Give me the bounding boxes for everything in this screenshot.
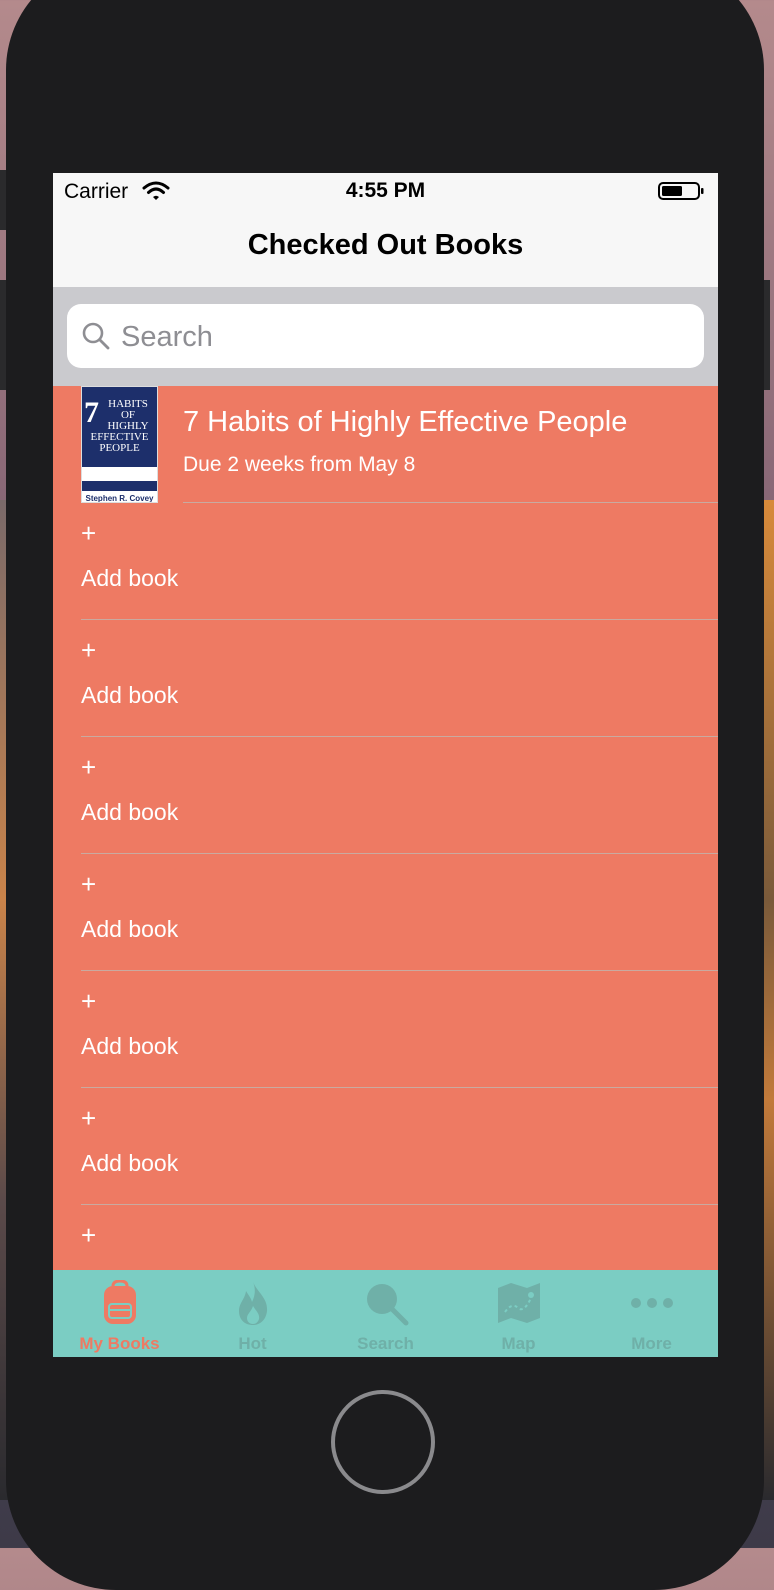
- tab-my-books[interactable]: My Books: [53, 1270, 186, 1357]
- book-row[interactable]: 7 HABITS OF HIGHLY EFFECTIVE PEOPLE Steph…: [53, 386, 718, 503]
- tab-label: Search: [357, 1334, 414, 1353]
- tab-bar: My Books Hot Search Map More: [53, 1270, 718, 1357]
- magnifier-icon: [367, 1284, 409, 1326]
- mute-switch: [0, 170, 6, 230]
- add-book-label: Add book: [81, 799, 179, 825]
- search-bar-container: [53, 287, 718, 386]
- checked-out-books-list: 7 HABITS OF HIGHLY EFFECTIVE PEOPLE Steph…: [53, 386, 718, 1270]
- add-book-row[interactable]: + Add book: [53, 854, 718, 971]
- page-title: Checked Out Books: [247, 229, 524, 261]
- tab-label: More: [631, 1334, 672, 1353]
- book-title: 7 Habits of Highly Effective People: [183, 406, 628, 438]
- tab-hot[interactable]: Hot: [186, 1270, 319, 1357]
- search-field[interactable]: [67, 304, 704, 368]
- tab-more[interactable]: More: [585, 1270, 718, 1357]
- navigation-bar: Checked Out Books: [53, 209, 718, 287]
- map-icon: [498, 1283, 540, 1323]
- plus-icon: +: [81, 869, 97, 899]
- add-book-label: Add book: [81, 1033, 179, 1059]
- search-input[interactable]: [119, 314, 683, 360]
- add-book-label: Add book: [81, 1150, 179, 1176]
- add-book-row[interactable]: + Add book: [53, 971, 718, 1088]
- tab-search[interactable]: Search: [319, 1270, 452, 1357]
- add-book-label: Add book: [81, 565, 179, 591]
- status-bar: Carrier 4:55 PM: [53, 173, 718, 209]
- plus-icon: +: [81, 752, 97, 782]
- plus-icon: +: [81, 986, 97, 1016]
- add-book-label: Add book: [81, 916, 179, 942]
- plus-icon: +: [81, 1220, 97, 1250]
- home-button[interactable]: [331, 1390, 435, 1494]
- add-book-row[interactable]: + Add book: [53, 1088, 718, 1205]
- more-dots-icon: [631, 1298, 673, 1308]
- tab-label: My Books: [79, 1334, 160, 1353]
- search-icon: [82, 322, 110, 350]
- book-cover-image: 7 HABITS OF HIGHLY EFFECTIVE PEOPLE Steph…: [81, 386, 158, 503]
- add-book-row[interactable]: + Add book: [53, 620, 718, 737]
- app-screen: Carrier 4:55 PM Checked Out Books Search…: [53, 173, 718, 1357]
- book-due-date: Due 2 weeks from May 8: [183, 453, 416, 476]
- backpack-icon: [104, 1280, 136, 1324]
- tab-label: Hot: [238, 1334, 267, 1353]
- plus-icon: +: [81, 1103, 97, 1133]
- add-book-label: Add book: [81, 682, 179, 708]
- tab-map[interactable]: Map: [452, 1270, 585, 1357]
- plus-icon: +: [81, 635, 97, 665]
- flame-icon: [239, 1282, 268, 1325]
- power-button: [764, 280, 770, 390]
- add-book-row[interactable]: + Add book: [53, 737, 718, 854]
- plus-icon: +: [81, 518, 97, 548]
- clock-label: 4:55 PM: [345, 179, 426, 202]
- add-book-row[interactable]: + Add book: [53, 503, 718, 620]
- volume-up-button: [0, 280, 6, 390]
- battery-icon: [658, 182, 704, 200]
- add-book-row[interactable]: + Add book: [53, 1205, 718, 1270]
- tab-label: Map: [501, 1334, 536, 1353]
